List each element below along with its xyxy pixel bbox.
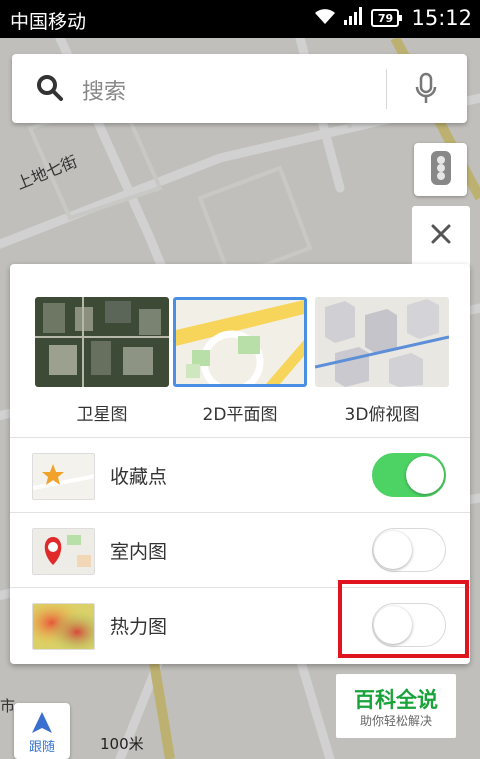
2d-map-thumbnail (176, 300, 304, 384)
close-panel-button[interactable] (412, 206, 470, 266)
search-divider (386, 69, 387, 109)
overlay-label-favorites: 收藏点 (110, 466, 168, 488)
map-type-label-3d: 3D俯视图 (344, 405, 420, 425)
favorites-toggle[interactable] (372, 453, 446, 497)
battery-icon: 79 (371, 9, 403, 27)
map-place-label: 市 (0, 697, 16, 715)
clock: 15:12 (411, 6, 472, 30)
status-icons: 79 15:12 (313, 6, 472, 30)
follow-location-button[interactable]: 跟随 (14, 703, 70, 759)
map-type-label-satellite: 卫星图 (76, 405, 128, 425)
traffic-light-icon (430, 150, 452, 190)
map-type-satellite[interactable] (35, 297, 169, 387)
navigation-arrow-icon (30, 711, 54, 739)
watermark-title: 百科全说 (354, 688, 438, 712)
indoor-thumbnail (32, 528, 95, 575)
satellite-thumbnail (35, 297, 169, 387)
wifi-icon (313, 6, 337, 30)
map-type-label-2d: 2D平面图 (202, 405, 278, 425)
search-icon (36, 74, 64, 106)
overlay-label-indoor: 室内图 (110, 541, 168, 563)
heatmap-thumbnail (32, 603, 95, 650)
overlay-row-favorites: 收藏点 (10, 437, 470, 512)
close-icon (431, 224, 451, 248)
carrier-name: 中国移动 (10, 11, 87, 33)
overlay-label-heatmap: 热力图 (110, 616, 168, 638)
3d-map-thumbnail (315, 297, 449, 387)
map-type-2d[interactable] (173, 297, 307, 387)
indoor-toggle[interactable] (372, 528, 446, 572)
signal-icon (343, 6, 365, 30)
map-type-3d[interactable] (315, 297, 449, 387)
overlay-row-indoor: 室内图 (10, 512, 470, 587)
search-input[interactable]: 搜索 (82, 74, 126, 106)
favorites-thumbnail (32, 453, 95, 500)
map-type-selector: 卫星图 2D平面图 3D俯视图 (10, 264, 470, 437)
search-bar[interactable]: 搜索 (12, 54, 467, 123)
follow-label: 跟随 (28, 740, 55, 755)
map-scale-label: 100米 (100, 735, 144, 753)
watermark-subtitle: 助你轻松解决 (359, 714, 432, 728)
watermark: 百科全说 助你轻松解决 (336, 674, 456, 738)
toggle-knob (406, 456, 444, 494)
highlight-annotation-box (338, 580, 469, 658)
status-bar: 中国移动 79 15:12 (0, 0, 480, 38)
microphone-icon[interactable] (414, 72, 438, 110)
toggle-knob (374, 531, 412, 569)
traffic-button[interactable] (414, 143, 467, 196)
